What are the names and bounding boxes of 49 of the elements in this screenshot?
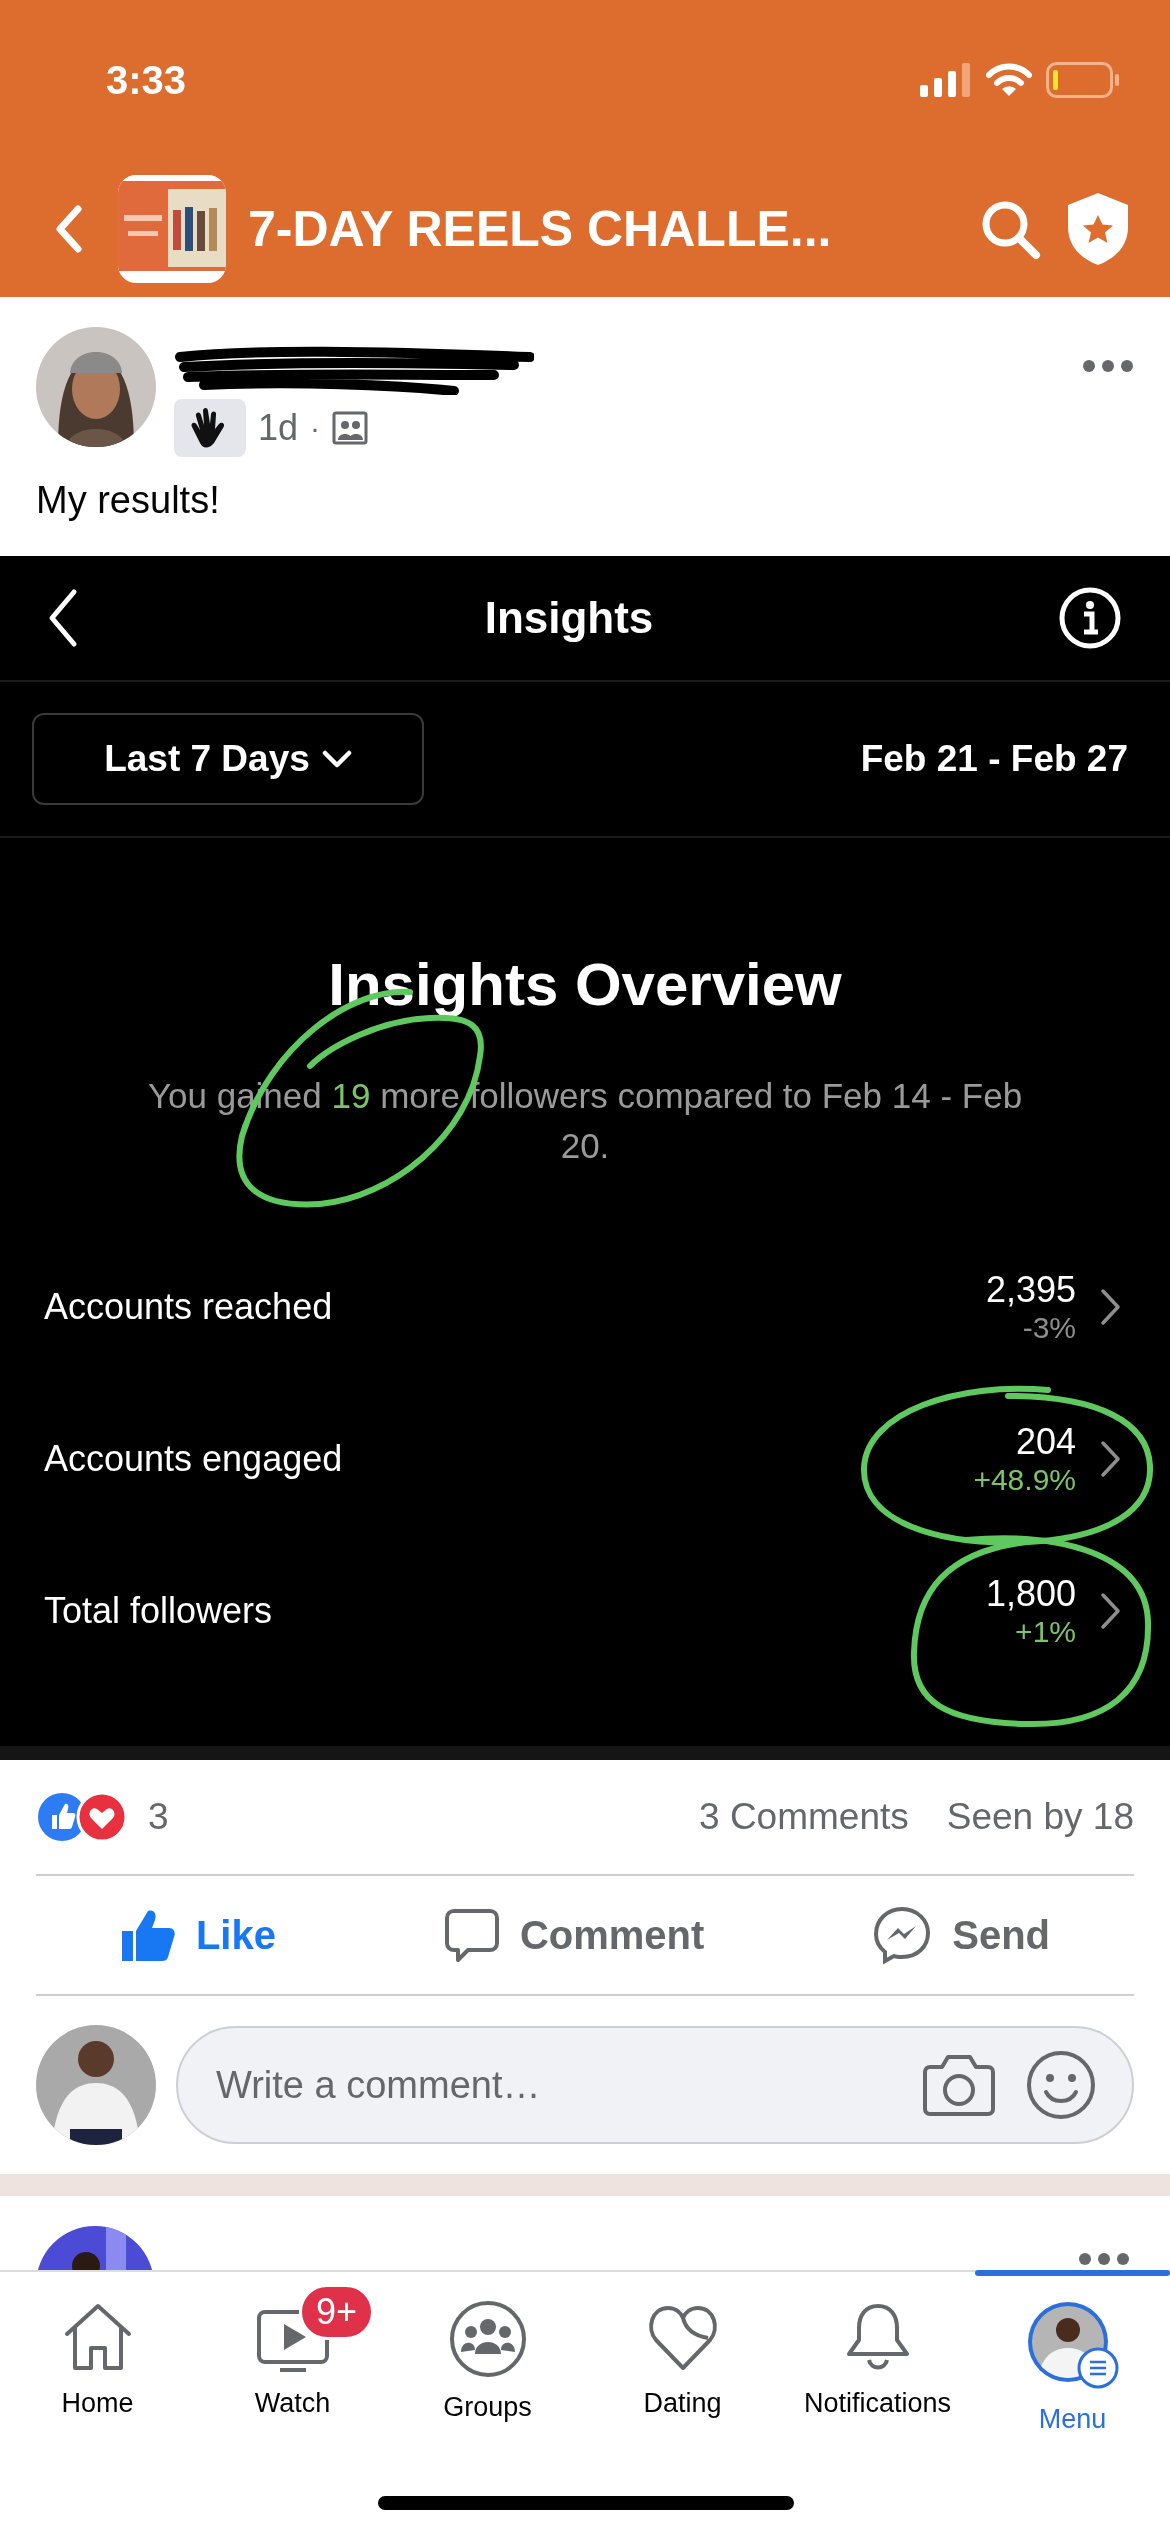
more-icon[interactable]	[1078, 2252, 1130, 2266]
insights-title: Insights	[484, 593, 654, 643]
wave-badge-icon	[174, 399, 246, 457]
groups-icon	[448, 2300, 527, 2378]
date-range-dropdown[interactable]: Last 7 Days	[32, 713, 424, 805]
dating-tab[interactable]: Dating	[585, 2300, 780, 2450]
post-text: My results!	[35, 478, 221, 523]
menu-tab[interactable]: Menu	[975, 2300, 1170, 2450]
like-button[interactable]: Like	[109, 1901, 286, 1969]
signal-icon	[920, 63, 972, 97]
overview-title: Insights Overview	[328, 950, 842, 1019]
date-range: Feb 21 - Feb 27	[860, 738, 1128, 780]
metric-change: -3%	[1022, 1311, 1076, 1345]
comment-input[interactable]: Write a comment…	[214, 2062, 892, 2108]
metric-label: Accounts engaged	[44, 1438, 344, 1480]
reaction-count[interactable]: 3	[148, 1796, 169, 1838]
metric-change: +1%	[1015, 1615, 1076, 1649]
metric-label: Accounts reached	[44, 1286, 334, 1328]
notifications-tab[interactable]: Notifications	[780, 2300, 975, 2450]
wifi-icon	[986, 63, 1032, 97]
more-icon[interactable]	[1082, 359, 1134, 373]
audience-icon	[332, 411, 369, 445]
separator-dot: ·	[310, 411, 321, 445]
info-icon[interactable]	[1058, 586, 1122, 650]
chevron-right-icon[interactable]	[1100, 1288, 1122, 1326]
metric-value: 2,395	[985, 1269, 1076, 1311]
status-time: 3:33	[106, 57, 187, 103]
group-title: 7-DAY REELS CHALLE...	[248, 199, 833, 258]
post-time: 1d	[258, 407, 299, 449]
metric-label: Total followers	[44, 1590, 274, 1632]
send-button[interactable]: Send	[862, 1899, 1060, 1971]
comment-button[interactable]: Comment	[433, 1901, 715, 1969]
home-tab[interactable]: Home	[0, 2300, 195, 2450]
metric-value: 1,800	[985, 1573, 1076, 1615]
camera-icon[interactable]	[922, 2053, 996, 2117]
profile-menu-icon	[1025, 2300, 1120, 2390]
chevron-down-icon	[321, 749, 352, 769]
comment-field[interactable]: Write a comment…	[176, 2026, 1134, 2144]
chevron-right-icon[interactable]	[1100, 1440, 1122, 1478]
emoji-icon[interactable]	[1026, 2050, 1096, 2120]
battery-icon	[1046, 62, 1120, 98]
messenger-icon	[872, 1905, 933, 1965]
seen-count[interactable]: Seen by 18	[946, 1796, 1134, 1838]
speech-bubble-icon	[443, 1907, 500, 1963]
chevron-right-icon[interactable]	[1100, 1592, 1122, 1630]
metric-value: 204	[1015, 1421, 1076, 1463]
groups-tab[interactable]: Groups	[390, 2300, 585, 2450]
comment-count[interactable]: 3 Comments	[699, 1796, 909, 1838]
metric-change: +48.9%	[973, 1463, 1076, 1497]
